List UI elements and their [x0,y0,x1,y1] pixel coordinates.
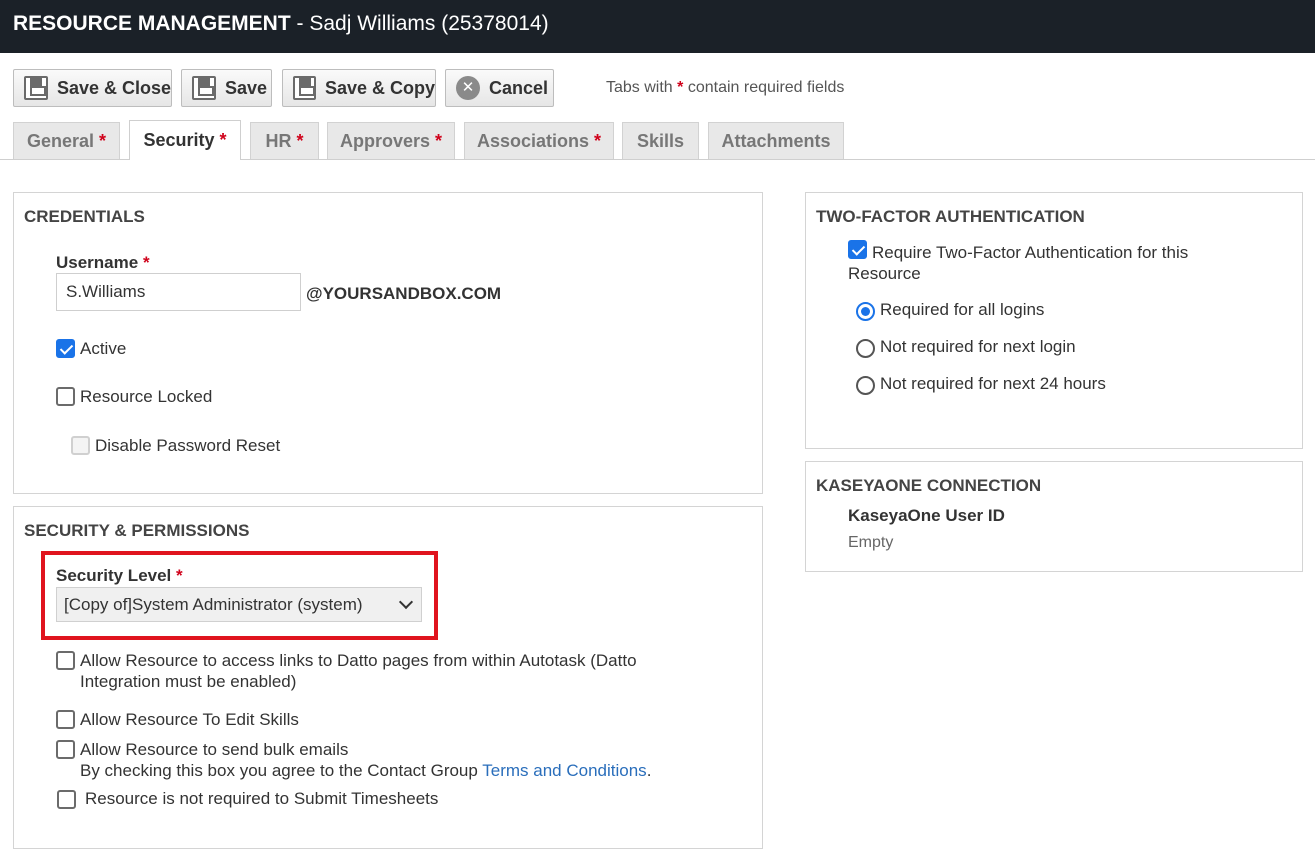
bulk-emails-label: Allow Resource to send bulk emails [80,740,349,759]
radio-not-required-next[interactable] [856,339,875,358]
required-fields-note: Tabs with * contain required fields [606,79,845,96]
active-label: Active [80,339,127,358]
cancel-button[interactable]: ✕ Cancel [445,69,554,107]
security-level-select[interactable]: [Copy of]System Administrator (system) [56,587,422,622]
datto-links-checkbox[interactable] [56,651,75,670]
resource-locked-checkbox[interactable] [56,387,75,406]
radio-required-all-label: Required for all logins [880,300,1045,319]
resource-locked-label: Resource Locked [80,387,213,406]
credentials-heading: CREDENTIALS [24,207,145,226]
tab-associations[interactable]: Associations * [464,122,614,159]
security-level-label: Security Level * [56,566,183,585]
save-button[interactable]: Save [181,69,272,107]
save-close-button[interactable]: Save & Close [13,69,172,107]
save-copy-button[interactable]: Save & Copy [282,69,436,107]
kaseya-user-id-label: KaseyaOne User ID [848,506,1005,525]
radio-required-all[interactable] [856,302,875,321]
radio-not-required-24h[interactable] [856,376,875,395]
save-icon [24,76,48,100]
tab-attachments[interactable]: Attachments [708,122,844,159]
domain-suffix: @YOURSANDBOX.COM [306,284,502,303]
tab-skills[interactable]: Skills [622,122,699,159]
timesheets-label: Resource is not required to Submit Times… [85,789,439,808]
two-factor-panel: TWO-FACTOR AUTHENTICATION [805,192,1303,449]
tab-approvers[interactable]: Approvers * [327,122,455,159]
bulk-emails-checkbox[interactable] [56,740,75,759]
edit-skills-checkbox[interactable] [56,710,75,729]
timesheets-checkbox[interactable] [57,790,76,809]
edit-skills-label: Allow Resource To Edit Skills [80,710,299,729]
active-checkbox[interactable] [56,339,75,358]
terms-agreement-text: By checking this box you agree to the Co… [80,761,652,780]
title-bar: RESOURCE MANAGEMENT - Sadj Williams (253… [0,0,1315,53]
tab-security[interactable]: Security * [129,120,241,160]
username-label: Username * [56,253,150,272]
tab-hr[interactable]: HR * [250,122,319,159]
tab-general[interactable]: General * [13,122,120,159]
radio-not-required-24h-label: Not required for next 24 hours [880,374,1106,393]
require-2fa-label: Require Two-Factor Authentication for th… [848,243,1189,283]
kaseya-heading: KASEYAONE CONNECTION [816,476,1042,495]
security-permissions-heading: SECURITY & PERMISSIONS [24,521,250,540]
terms-link[interactable]: Terms and Conditions [482,761,646,780]
page-title: RESOURCE MANAGEMENT - Sadj Williams (253… [13,12,549,35]
disable-password-reset-label: Disable Password Reset [95,436,281,455]
datto-links-label: Allow Resource to access links to Datto … [80,651,637,691]
two-factor-heading: TWO-FACTOR AUTHENTICATION [816,207,1085,226]
chevron-down-icon [398,594,414,610]
save-copy-icon [293,76,316,100]
radio-not-required-next-label: Not required for next login [880,337,1076,356]
cancel-icon: ✕ [456,76,480,100]
disable-password-reset-checkbox[interactable] [71,436,90,455]
username-input[interactable] [56,273,301,311]
save-icon [192,76,216,100]
kaseya-user-id-value: Empty [848,534,894,551]
